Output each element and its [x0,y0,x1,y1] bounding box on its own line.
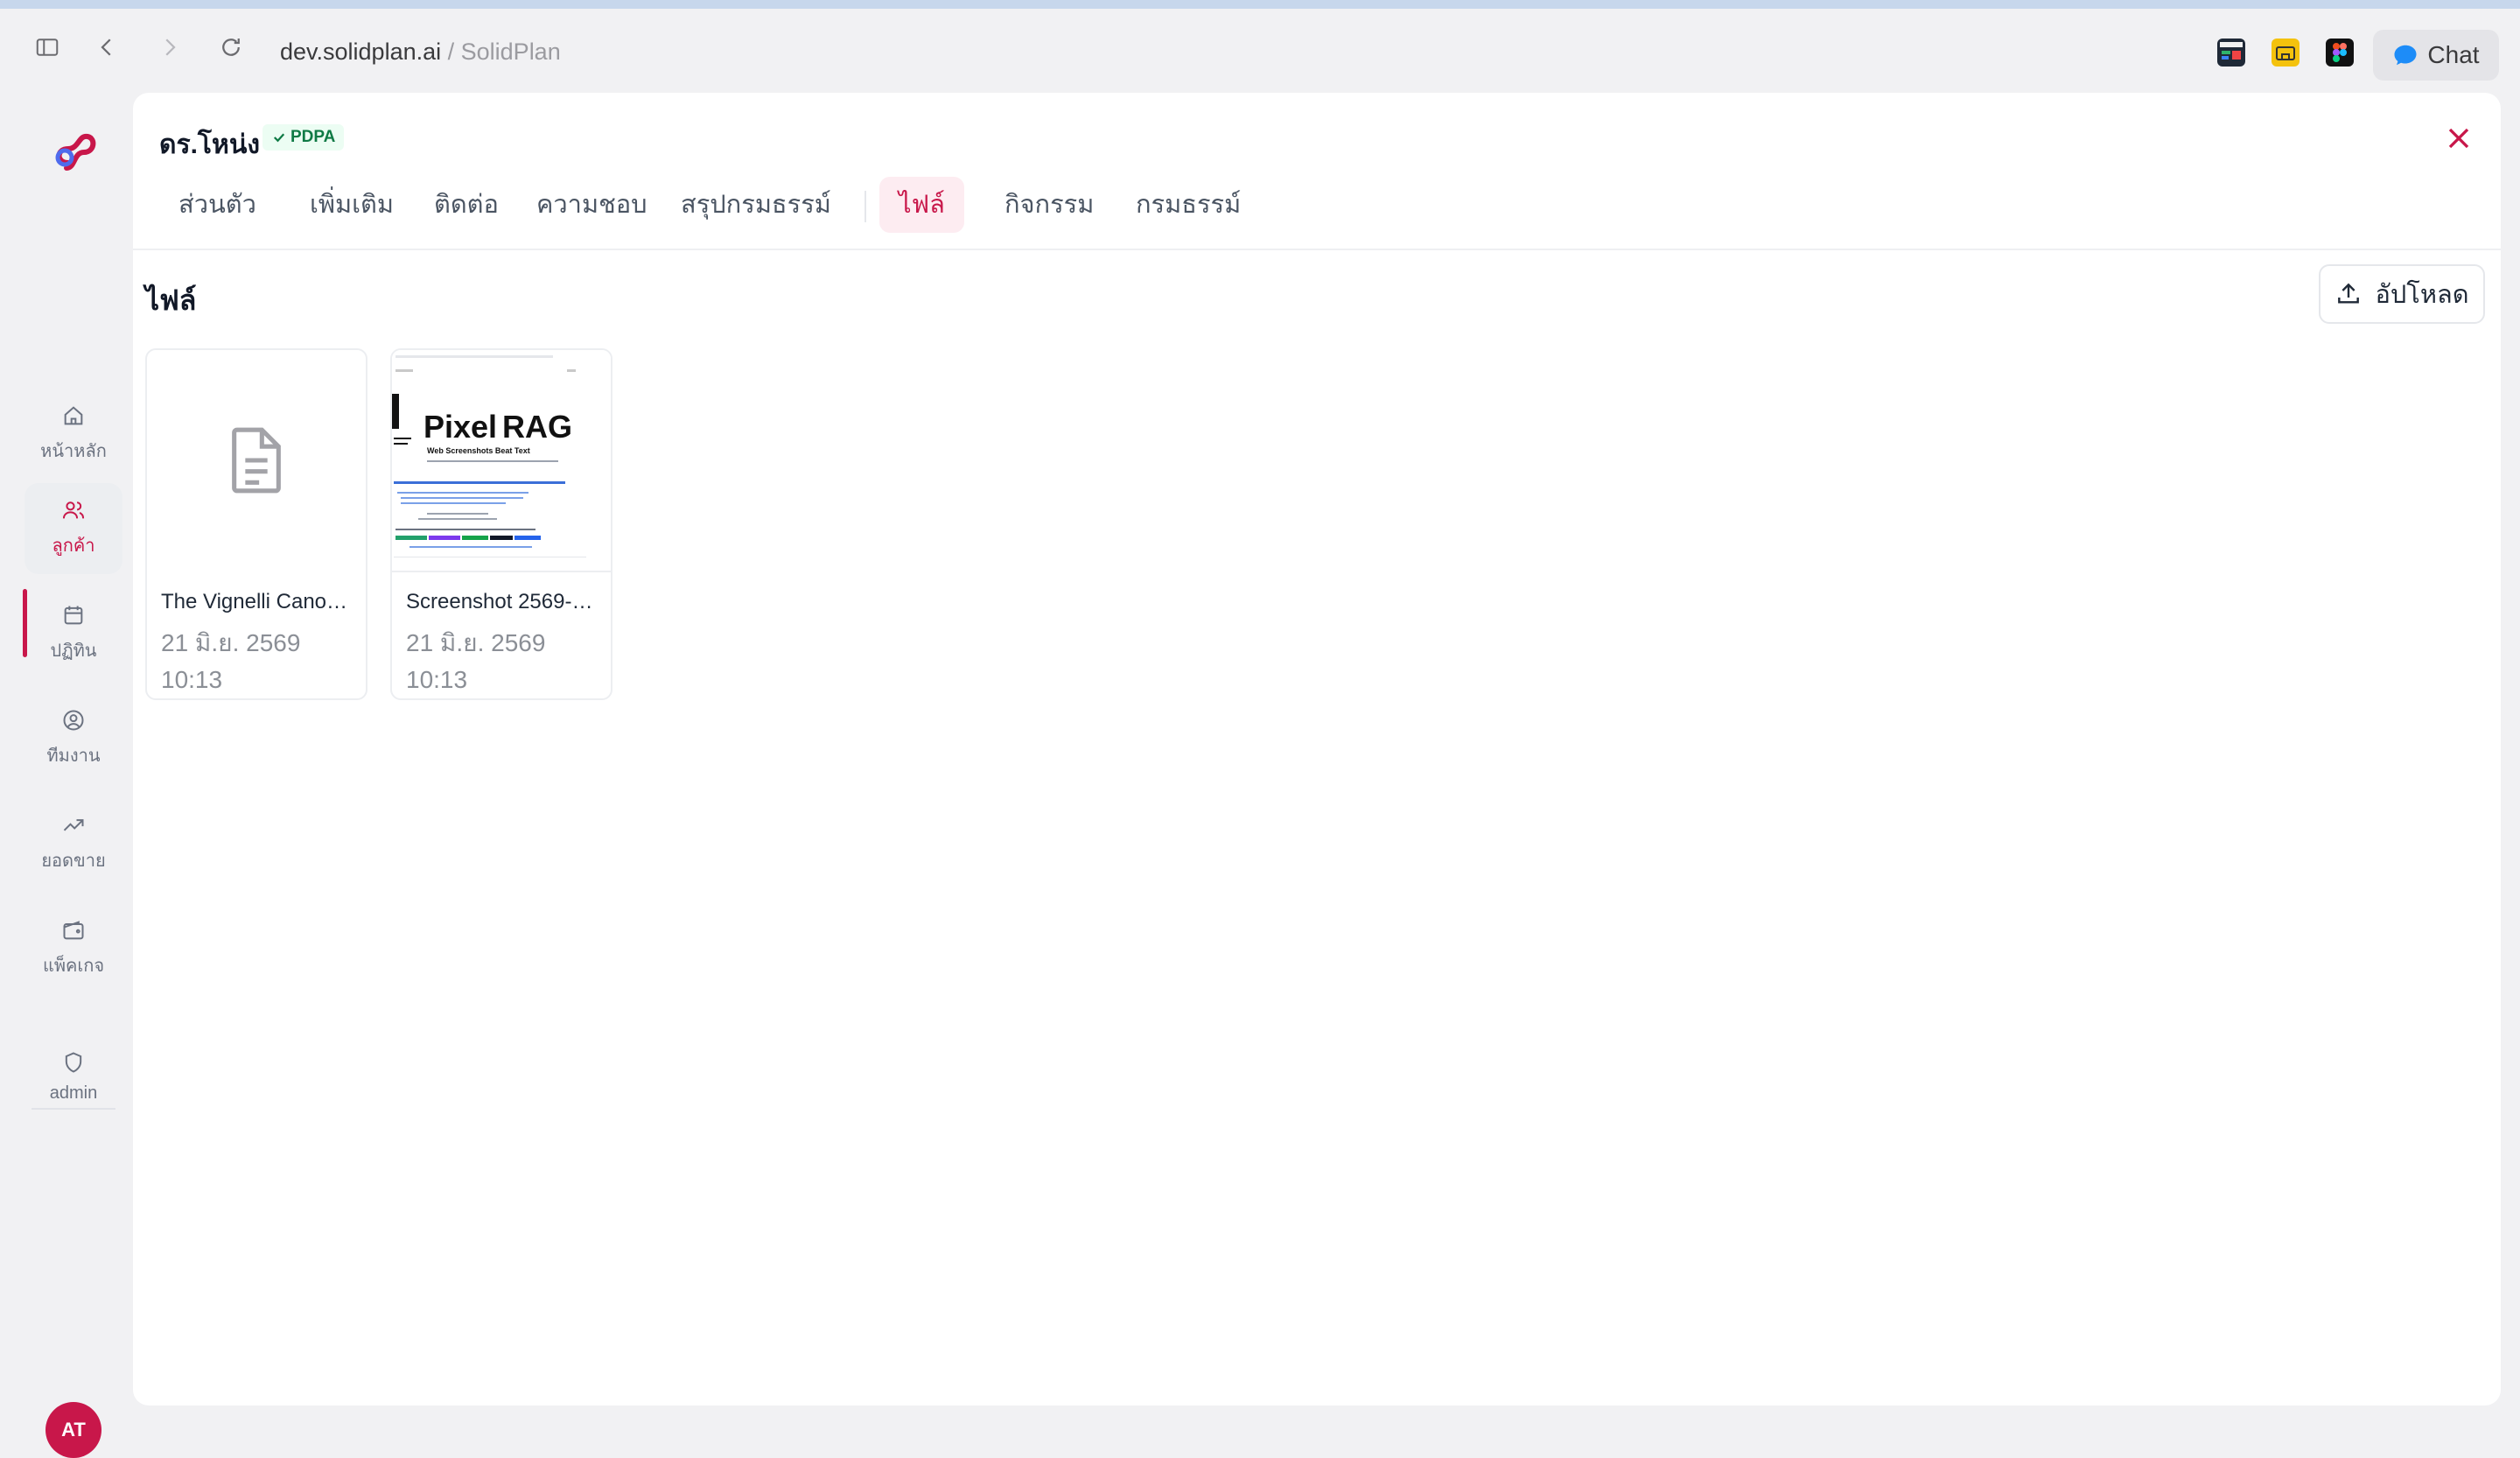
file-name: Screenshot 2569-0... [406,590,600,613]
extension-folder-icon[interactable] [2272,39,2300,67]
sidebar-item-calendar[interactable]: ปฏิทิน [24,588,122,679]
tab-additional[interactable]: เพิ่มเติม [290,177,413,233]
trending-up-icon [63,819,84,831]
window-top-accent [0,0,2520,9]
users-icon [62,501,85,519]
sidebar-item-admin[interactable]: admin [24,1031,122,1122]
extension-figma-icon[interactable] [2326,39,2354,67]
address-bar[interactable]: dev.solidplan.ai / SolidPlan [280,39,561,66]
header-divider [133,249,2501,250]
thumb-title-b: RAG [502,409,572,445]
wallet-icon [63,921,84,940]
document-icon [232,427,281,494]
close-icon[interactable] [2441,121,2476,156]
tab-files[interactable]: ไฟล์ [879,177,964,233]
file-date-time: 10:13 [161,666,223,693]
home-icon [64,406,83,425]
sidebar-item-label: ทีมงาน [46,747,101,766]
tab-preferences[interactable]: ความชอบ [517,177,667,233]
shield-icon [65,1051,82,1073]
file-card[interactable]: The Vignelli Canon.... 21 มิ.ย. 2569 10:… [145,348,368,700]
url-domain: dev.solidplan.ai [280,39,442,65]
screenshot-preview-image: Pixel RAG Web Screenshots Beat Text [392,350,611,571]
reload-icon[interactable] [212,28,250,67]
tab-policies[interactable]: กรมธรรม์ [1116,177,1260,233]
thumb-subtitle: Web Screenshots Beat Text [427,446,530,455]
tab-contact[interactable]: ติดต่อ [415,177,518,233]
sidebar-item-team[interactable]: ทีมงาน [24,693,122,784]
solidplan-logo-icon[interactable] [49,128,98,177]
sidebar-item-label: แพ็คเกจ [42,957,105,976]
sidebar-item-customers[interactable]: ลูกค้า [24,483,122,574]
file-thumbnail [147,350,366,571]
pdpa-badge-label: PDPA [290,128,336,146]
pdpa-badge: PDPA [262,124,345,151]
check-icon [273,133,285,143]
tab-personal[interactable]: ส่วนตัว [159,177,276,233]
sidebar-item-home[interactable]: หน้าหลัก [24,389,122,480]
thumb-title-a: Pixel [424,409,497,445]
browser-toolbar: dev.solidplan.ai / SolidPlan Chat [0,9,2520,86]
files-section-title: ไฟล์ [145,284,197,316]
file-date-time: 10:13 [406,666,468,693]
tab-divider [864,191,866,222]
sidebar-item-label: admin [49,1083,98,1103]
back-icon[interactable] [88,28,126,67]
avatar[interactable]: AT [46,1402,102,1458]
upload-button[interactable]: อัปโหลด [2319,264,2485,324]
sidebar-item-sales[interactable]: ยอดขาย [24,798,122,889]
calendar-icon [64,606,83,625]
sidebar-item-label: ยอดขาย [41,852,106,871]
sidebar-item-label: ลูกค้า [52,536,95,556]
app-sidebar: หน้าหลัก ลูกค้า ปฏิทิน ทีมงาน ยอดขาย แพ็… [0,91,131,1458]
tab-activities[interactable]: กิจกรรม [985,177,1113,233]
file-date-day: 21 มิ.ย. 2569 [161,629,301,656]
upload-icon [2338,283,2360,304]
chat-label: Chat [2427,41,2480,68]
customer-detail-panel: ดร.โหน่ง PDPA ส่วนตัว เพิ่มเติม ติดต่อ ค… [133,93,2501,1405]
tab-policy-summary[interactable]: สรุปกรมธรรม์ [662,177,850,233]
upload-label: อัปโหลด [2375,281,2469,309]
extension-terminal-icon[interactable] [2217,39,2245,67]
sidebar-item-label: หน้าหลัก [40,442,107,461]
chat-button[interactable]: Chat [2373,30,2499,81]
file-thumbnail: Pixel RAG Web Screenshots Beat Text [392,350,611,572]
file-name: The Vignelli Canon.... [161,590,355,613]
url-separator: / [441,39,461,65]
file-date-day: 21 มิ.ย. 2569 [406,629,546,656]
user-circle-icon [63,710,84,731]
sidebar-item-packages[interactable]: แพ็คเกจ [24,903,122,994]
file-card[interactable]: Pixel RAG Web Screenshots Beat Text Scre… [390,348,612,700]
forward-icon[interactable] [150,28,189,67]
sidebar-item-label: ปฏิทิน [50,641,97,661]
chat-bubble-icon [2394,45,2417,66]
url-page-title: SolidPlan [460,39,561,65]
file-date: 21 มิ.ย. 2569 10:13 [406,625,600,698]
file-date: 21 มิ.ย. 2569 10:13 [161,625,355,698]
customer-name: ดร.โหน่ง [159,130,260,159]
sidebar-toggle-icon[interactable] [28,28,66,67]
